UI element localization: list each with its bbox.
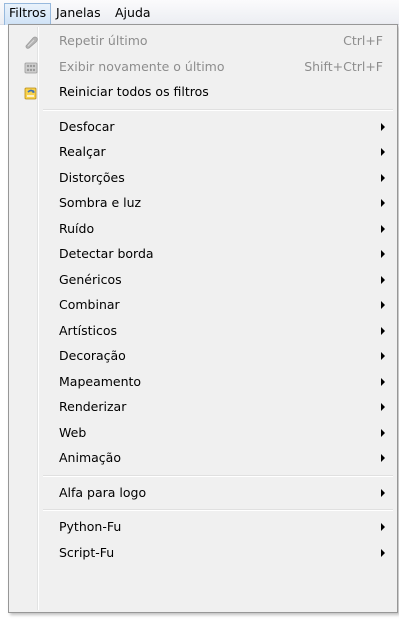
submenu-arrow-icon xyxy=(381,377,385,386)
submenu-artisticos[interactable]: Artísticos xyxy=(11,318,395,344)
filters-dropdown-menu: Repetir último Ctrl+F Exibir novamente o… xyxy=(8,24,398,613)
menu-item-label: Genéricos xyxy=(59,271,122,287)
app-window: Filtros Janelas Ajuda Repetir último Ctr… xyxy=(0,0,399,619)
menu-item-reiniciar-filtros[interactable]: Reiniciar todos os filtros xyxy=(11,79,395,105)
submenu-alfa-para-logo[interactable]: Alfa para logo xyxy=(11,480,395,506)
submenu-arrow-icon xyxy=(381,454,385,462)
submenu-detectar-borda[interactable]: Detectar borda xyxy=(11,241,395,267)
menu-item-label: Python-Fu xyxy=(59,519,122,534)
menu-item-label: Animação xyxy=(59,450,121,465)
submenu-distorcoes[interactable]: Distorções xyxy=(11,165,395,191)
submenu-arrow-icon xyxy=(381,199,385,207)
submenu-arrow-icon xyxy=(381,523,385,531)
menu-item-label: Script-Fu xyxy=(59,544,115,560)
submenu-sombra-e-luz[interactable]: Sombra e luz xyxy=(11,190,395,216)
menu-item-label: Decoração xyxy=(59,348,126,363)
reset-filters-icon xyxy=(23,84,39,100)
menu-janelas[interactable]: Janelas xyxy=(52,3,105,22)
submenu-animacao[interactable]: Animação xyxy=(11,445,395,471)
submenu-arrow-icon xyxy=(381,326,385,335)
menu-item-label: Reiniciar todos os filtros xyxy=(59,84,209,99)
shortcut-text: Shift+Ctrl+F xyxy=(304,58,383,74)
menu-item-label: Detectar borda xyxy=(59,246,154,261)
submenu-arrow-icon xyxy=(381,275,385,284)
submenu-arrow-icon xyxy=(381,403,385,411)
submenu-realcar[interactable]: Realçar xyxy=(11,139,395,165)
menu-item-label: Artísticos xyxy=(59,322,117,338)
submenu-arrow-icon xyxy=(381,250,385,258)
menu-item-label: Mapeamento xyxy=(59,373,142,389)
submenu-arrow-icon xyxy=(381,488,385,497)
submenu-combinar[interactable]: Combinar xyxy=(11,292,395,318)
menu-item-label: Renderizar xyxy=(59,399,127,414)
menu-bar: Filtros Janelas Ajuda xyxy=(0,0,399,25)
menu-item-label: Sombra e luz xyxy=(59,195,142,210)
menu-item-repetir-ultimo[interactable]: Repetir último Ctrl+F xyxy=(11,28,395,54)
submenu-arrow-icon xyxy=(381,301,385,309)
menu-item-exibir-novamente[interactable]: Exibir novamente o último Shift+Ctrl+F xyxy=(11,54,395,80)
menu-item-label: Distorções xyxy=(59,169,125,185)
submenu-ruido[interactable]: Ruído xyxy=(11,216,395,242)
submenu-arrow-icon xyxy=(381,148,385,156)
menu-item-label: Alfa para logo xyxy=(59,484,147,500)
menu-item-label: Exibir novamente o último xyxy=(59,58,225,74)
reshow-icon xyxy=(23,59,39,75)
shortcut-text: Ctrl+F xyxy=(343,33,383,48)
repeat-icon xyxy=(23,33,39,49)
submenu-decoracao[interactable]: Decoração xyxy=(11,343,395,369)
submenu-arrow-icon xyxy=(381,548,385,557)
menu-ajuda-label: Ajuda xyxy=(115,5,151,20)
submenu-arrow-icon xyxy=(381,352,385,360)
submenu-arrow-icon xyxy=(381,224,385,233)
menu-item-label: Combinar xyxy=(59,297,120,312)
submenu-script-fu[interactable]: Script-Fu xyxy=(11,540,395,566)
menu-ajuda[interactable]: Ajuda xyxy=(111,3,155,22)
submenu-arrow-icon xyxy=(381,428,385,437)
submenu-mapeamento[interactable]: Mapeamento xyxy=(11,369,395,395)
submenu-desfocar[interactable]: Desfocar xyxy=(11,114,395,140)
menu-separator xyxy=(11,105,395,114)
submenu-web[interactable]: Web xyxy=(11,420,395,446)
submenu-arrow-icon xyxy=(381,122,385,131)
menu-item-label: Web xyxy=(59,424,87,440)
menu-separator xyxy=(11,471,395,480)
menu-item-label: Realçar xyxy=(59,144,106,159)
menu-item-label: Desfocar xyxy=(59,118,115,134)
menu-list: Repetir último Ctrl+F Exibir novamente o… xyxy=(11,28,395,565)
menu-filtros[interactable]: Filtros xyxy=(4,3,52,25)
menu-item-label: Repetir último xyxy=(59,33,148,48)
menu-item-label: Ruído xyxy=(59,220,95,236)
menu-filtros-label: Filtros xyxy=(9,5,47,20)
submenu-renderizar[interactable]: Renderizar xyxy=(11,394,395,420)
menu-janelas-label: Janelas xyxy=(56,5,101,20)
submenu-python-fu[interactable]: Python-Fu xyxy=(11,514,395,540)
submenu-arrow-icon xyxy=(381,173,385,182)
menu-separator xyxy=(11,505,395,514)
submenu-genericos[interactable]: Genéricos xyxy=(11,267,395,293)
